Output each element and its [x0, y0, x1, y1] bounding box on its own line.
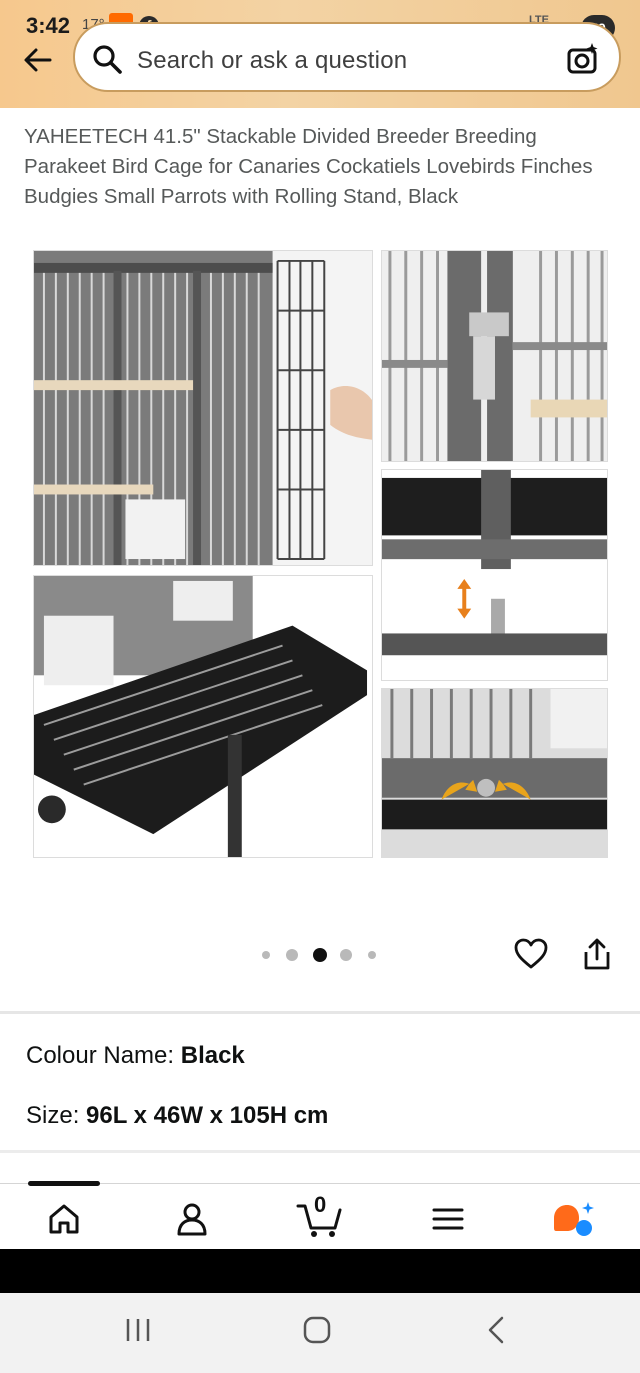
back-arrow-icon[interactable] — [20, 42, 56, 78]
cart-count: 0 — [314, 1192, 327, 1217]
status-time: 3:42 — [26, 13, 71, 38]
share-icon[interactable] — [580, 936, 614, 972]
rufus-ai-icon[interactable] — [550, 1200, 596, 1238]
recent-apps-icon[interactable] — [124, 1315, 152, 1345]
pagination-dot[interactable] — [368, 951, 376, 959]
home-button-icon[interactable] — [302, 1315, 332, 1345]
active-tab-indicator — [28, 1181, 100, 1186]
home-icon[interactable] — [46, 1200, 82, 1238]
product-image-tray[interactable] — [33, 575, 373, 858]
product-image-door-latch[interactable] — [381, 250, 608, 462]
product-image-gallery[interactable] — [33, 250, 608, 858]
search-input[interactable]: Search or ask a question — [137, 47, 407, 75]
black-bar — [0, 1249, 640, 1293]
size-label: Size: — [26, 1102, 80, 1129]
product-image-cage-door[interactable] — [33, 250, 373, 566]
colour-value: Black — [180, 1042, 245, 1069]
pagination-dot[interactable] — [286, 949, 298, 961]
search-icon — [93, 45, 122, 74]
bottom-navigation: 0 — [0, 1181, 640, 1249]
pagination-dot-active[interactable] — [313, 948, 327, 962]
divider — [0, 1011, 640, 1014]
system-navigation-bar — [0, 1293, 640, 1373]
account-icon[interactable] — [174, 1200, 210, 1238]
cart-button[interactable]: 0 — [296, 1192, 344, 1240]
colour-row[interactable]: Colour Name: Black — [26, 1042, 245, 1070]
camera-search-icon[interactable] — [565, 41, 601, 77]
pagination-dot[interactable] — [262, 951, 270, 959]
size-row[interactable]: Size: 96L x 46W x 105H cm — [26, 1102, 328, 1130]
pagination-dot[interactable] — [340, 949, 352, 961]
product-image-stand-detail[interactable] — [381, 469, 608, 681]
search-bar[interactable]: Search or ask a question — [73, 22, 621, 92]
product-image-tray-lock[interactable] — [381, 688, 608, 858]
colour-label: Colour Name: — [26, 1042, 175, 1069]
heart-icon[interactable] — [513, 936, 549, 972]
divider — [0, 1150, 640, 1153]
header: 3:42 17° f LTE 59 Search or ask a questi… — [0, 0, 640, 108]
product-title: YAHEETECH 41.5" Stackable Divided Breede… — [24, 125, 593, 208]
menu-icon[interactable] — [431, 1200, 465, 1238]
system-back-icon[interactable] — [484, 1315, 508, 1345]
size-value: 96L x 46W x 105H cm — [86, 1102, 329, 1129]
